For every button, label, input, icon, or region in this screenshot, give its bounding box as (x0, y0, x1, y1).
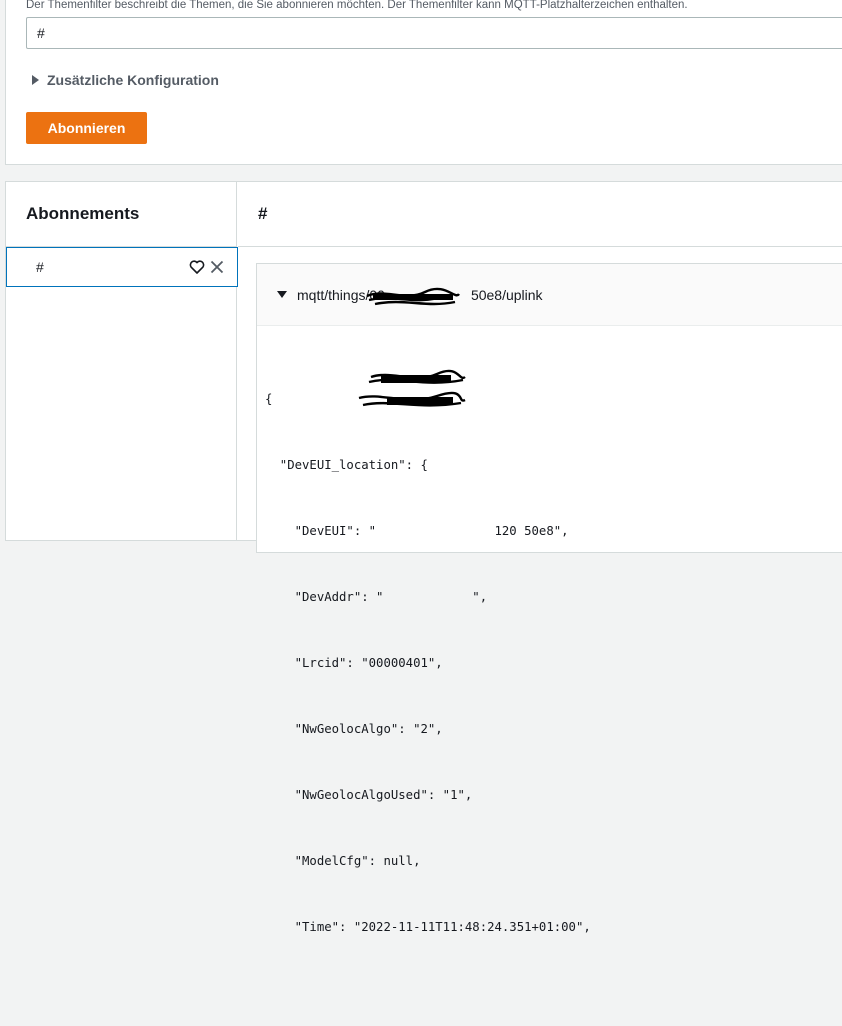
additional-config-label: Zusätzliche Konfiguration (47, 72, 219, 88)
json-line: "DevAddr": " ", (265, 590, 488, 604)
json-line: "Time": "2022-11-11T11:48:24.351+01:00", (265, 920, 591, 934)
message-card: mqtt/things/00 50e8/uplink { "DevEUI_loca… (256, 263, 842, 934)
subscription-item[interactable]: # (6, 247, 238, 287)
subscriptions-heading: Abonnements (6, 182, 236, 247)
json-line: "NwGeolocAlgo": "2", (265, 722, 443, 736)
topic-filter-hint: Der Themenfilter beschreibt die Themen, … (26, 0, 688, 11)
redaction-scribble (366, 287, 460, 306)
caret-down-icon (277, 291, 287, 298)
topic-filter-input[interactable] (26, 17, 842, 49)
json-line: "DevEUI": " 120 50e8", (265, 524, 569, 538)
redaction-scribble (358, 391, 466, 407)
close-icon[interactable] (209, 259, 225, 275)
json-line: { (265, 392, 273, 406)
subscriptions-list: Abonnements (6, 182, 237, 540)
messages-heading: # (238, 182, 842, 247)
additional-config-toggle[interactable]: Zusätzliche Konfiguration (32, 72, 219, 88)
json-line: "DevEUI_location": { (265, 458, 428, 472)
redaction-scribble (368, 369, 466, 384)
subscribe-button[interactable]: Abonnieren (26, 112, 147, 144)
caret-right-icon (32, 75, 39, 85)
subscription-topic: # (36, 259, 44, 275)
subscribe-panel: Der Themenfilter beschreibt die Themen, … (5, 0, 842, 165)
favorite-heart-icon[interactable] (189, 259, 205, 275)
message-payload: { "DevEUI_location": { "DevEUI": " 120 5… (257, 326, 842, 1026)
message-header[interactable]: mqtt/things/00 50e8/uplink (257, 264, 842, 326)
subscriptions-panel: Abonnements # # mqtt/things/00 50e8/uplin… (5, 181, 842, 934)
json-line: "ModelCfg": null, (265, 854, 421, 868)
json-line: "Lrcid": "00000401", (265, 656, 443, 670)
json-line: "NwGeolocAlgoUsed": "1", (265, 788, 473, 802)
